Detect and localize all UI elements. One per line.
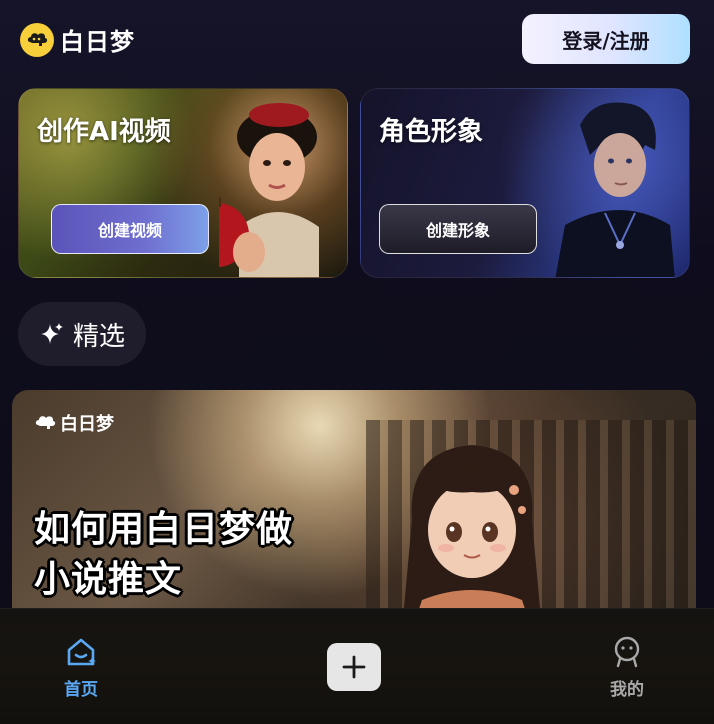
login-register-button[interactable]: 登录/注册 [522,14,690,64]
bottom-nav: 首页 我的 [0,608,714,724]
character-card[interactable]: 角色形象 创建形象 [360,88,690,278]
logo-text: 白日梦 [60,28,135,56]
sparkle-icon [40,323,63,344]
banner-title-line2: 小说推文 [34,559,183,600]
anime-girl-illustration [402,445,542,630]
app-logo[interactable]: 白日梦 [20,22,135,57]
home-icon [67,638,96,666]
app-root: 白日梦 登录/注册 创作AI视频 创建视频 角色形象 创建形象 精选 白日梦 如… [0,0,714,724]
add-button[interactable] [327,643,381,691]
nav-me-label: 我的 [610,680,644,700]
profile-icon [614,636,640,668]
nav-item-me[interactable]: 我的 [582,635,672,705]
logo-icon [20,22,54,57]
banner-title-line1: 如何用白日梦做 [34,509,294,550]
create-character-button[interactable]: 创建形象 [379,204,537,254]
cloud-logo-icon [35,416,56,429]
create-video-button[interactable]: 创建视频 [51,204,209,254]
nav-home-label: 首页 [64,680,98,700]
featured-banner[interactable]: 白日梦 如何用白日梦做 小说推文 [12,390,696,630]
character-title: 角色形象 [379,117,484,147]
header: 白日梦 登录/注册 [0,0,714,78]
featured-chip[interactable]: 精选 [18,302,146,366]
banner-logo-text: 白日梦 [60,414,114,435]
featured-label: 精选 [72,321,125,352]
banner-logo: 白日梦 [34,410,114,436]
anime-boy-illustration [555,102,675,277]
girl-with-apple-illustration [219,103,319,277]
plus-icon [342,655,366,679]
nav-item-home[interactable]: 首页 [36,635,126,705]
create-video-title: 创作AI视频 [37,117,171,147]
create-video-card[interactable]: 创作AI视频 创建视频 [18,88,348,278]
